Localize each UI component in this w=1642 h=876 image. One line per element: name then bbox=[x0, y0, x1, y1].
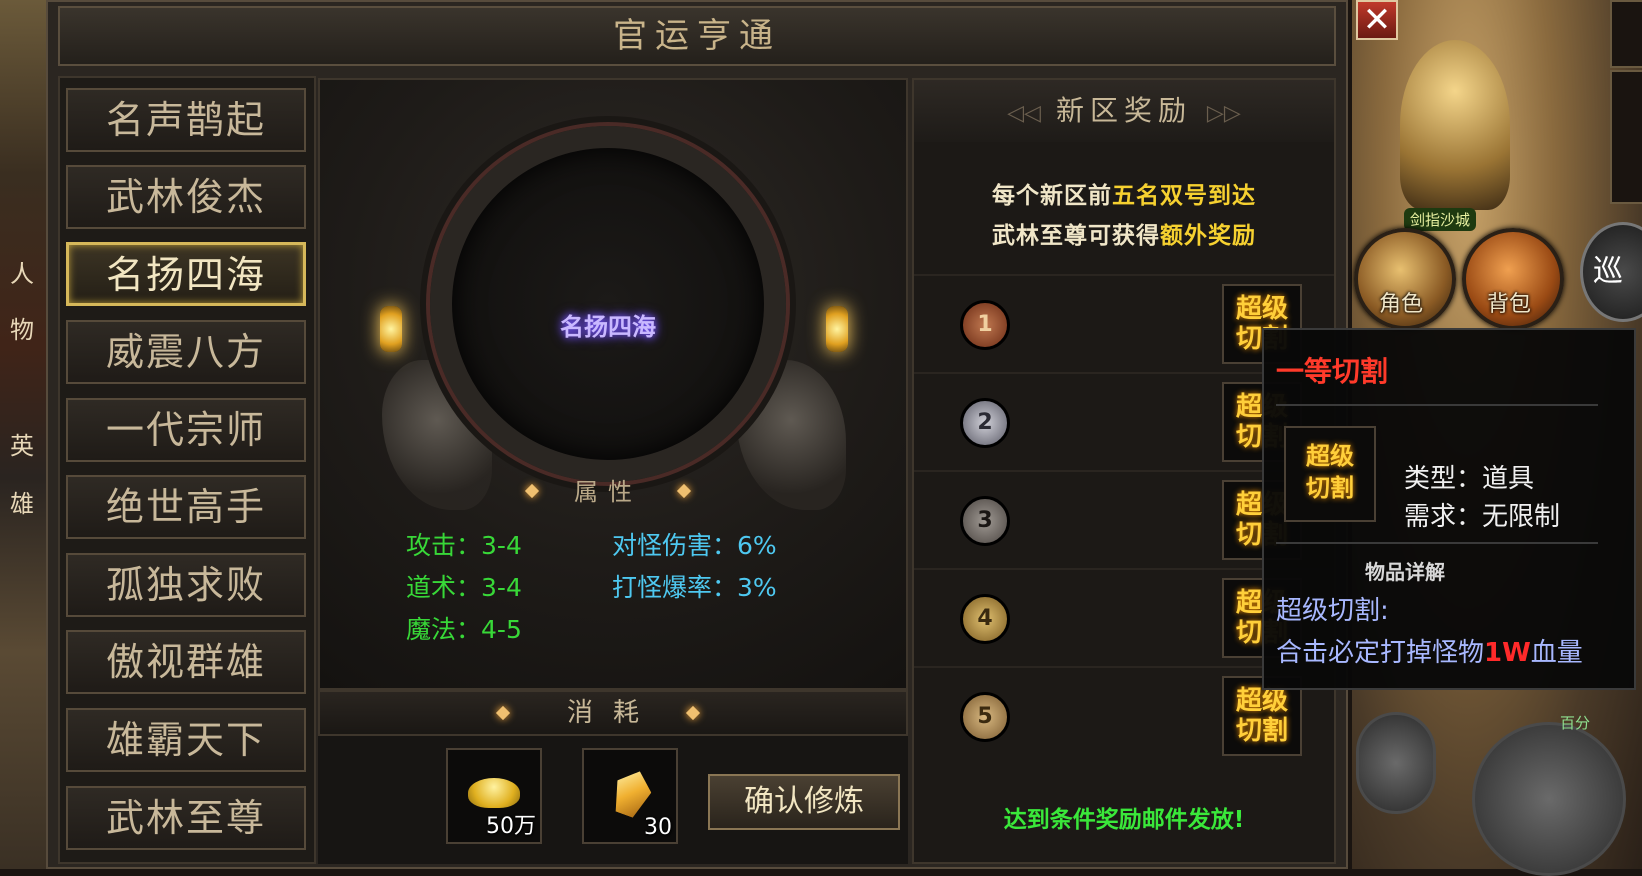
nav-item-4[interactable]: 威震八方 bbox=[66, 320, 306, 384]
attack-skill-button[interactable] bbox=[1472, 722, 1626, 876]
close-button[interactable]: ✕ bbox=[1356, 0, 1398, 40]
skill-label: 百分 bbox=[1560, 714, 1591, 732]
lantern-left-icon bbox=[380, 306, 402, 352]
tooltip-type: 类型：道具 bbox=[1404, 464, 1535, 494]
rank-medal-5-icon: 5 bbox=[960, 692, 1010, 742]
rank-medal-1-icon: 1 bbox=[960, 300, 1010, 350]
nav-item-3-active[interactable]: 名扬四海 bbox=[66, 242, 306, 306]
stat-attack: 攻击：3-4 bbox=[406, 531, 522, 560]
gold-cost-qty: 50万 bbox=[486, 814, 536, 839]
consume-header: 消耗 bbox=[318, 690, 908, 736]
golden-statue bbox=[1400, 40, 1510, 210]
nav-item-5[interactable]: 一代宗师 bbox=[66, 398, 306, 462]
gold-ingot-icon bbox=[468, 778, 520, 808]
tooltip-requirement: 需求：无限制 bbox=[1404, 502, 1561, 532]
bag-button-label: 背包 bbox=[1486, 292, 1531, 317]
map-name-label: 剑指沙城 bbox=[1404, 208, 1477, 231]
tooltip-title: 一等切割 bbox=[1276, 355, 1389, 388]
reward-footer-text: 达到条件奖励邮件发放! bbox=[1003, 807, 1245, 833]
rank-medal-4-icon: 4 bbox=[960, 594, 1010, 644]
right-edge-button-2[interactable] bbox=[1610, 70, 1642, 204]
tooltip-section-header: 物品详解 bbox=[1365, 560, 1445, 584]
tooltip-desc-name: 超级切割: bbox=[1276, 596, 1389, 626]
nav-item-10[interactable]: 武林至尊 bbox=[66, 786, 306, 850]
nav-item-9[interactable]: 雄霸天下 bbox=[66, 708, 306, 772]
cost-slot-gold[interactable]: 50万 bbox=[446, 748, 542, 844]
right-edge-button-1[interactable] bbox=[1610, 0, 1642, 68]
crystal-icon bbox=[607, 765, 657, 821]
title-ring-frame bbox=[430, 126, 786, 482]
tooltip-desc-effect: 合击必定打掉怪物1W血量 bbox=[1276, 638, 1583, 668]
nav-item-8[interactable]: 傲视群雄 bbox=[66, 630, 306, 694]
reward-header: ◁◁ 新区奖励 ▷▷ bbox=[914, 80, 1334, 142]
panel-title: 官运亨通 bbox=[58, 6, 1336, 66]
side-tab-hero-2[interactable]: 雄 bbox=[4, 474, 40, 534]
side-tab-character-1[interactable]: 人 bbox=[4, 244, 40, 304]
confirm-train-button[interactable]: 确认修炼 bbox=[708, 774, 900, 830]
reward-description-line-1: 每个新区前五名双号到达 bbox=[992, 183, 1256, 209]
tooltip-divider bbox=[1276, 404, 1598, 406]
reward-header-title: 新区奖励 bbox=[1055, 94, 1192, 127]
lantern-right-icon bbox=[826, 306, 848, 352]
arrow-left-icon: ◁◁ bbox=[1007, 101, 1042, 126]
tooltip-item-icon: 超级 切割 bbox=[1284, 426, 1376, 522]
nav-item-2[interactable]: 武林俊杰 bbox=[66, 165, 306, 229]
character-button-label: 角色 bbox=[1378, 292, 1423, 317]
side-tab-character-2[interactable]: 物 bbox=[4, 300, 40, 360]
nav-item-6[interactable]: 绝世高手 bbox=[66, 475, 306, 539]
cost-slot-crystal[interactable]: 30 bbox=[582, 748, 678, 844]
rank-medal-3-icon: 3 bbox=[960, 496, 1010, 546]
skill-slot-1[interactable] bbox=[1356, 712, 1436, 814]
stat-taoism: 道术：3-4 bbox=[406, 573, 522, 602]
arrow-right-icon: ▷▷ bbox=[1206, 101, 1241, 126]
reward-description-line-2: 武林至尊可获得额外奖励 bbox=[992, 223, 1256, 249]
side-tab-hero-1[interactable]: 英 bbox=[4, 416, 40, 476]
nav-item-1[interactable]: 名声鹊起 bbox=[66, 88, 306, 152]
stat-magic: 魔法：4-5 bbox=[406, 615, 522, 644]
tooltip-divider bbox=[1276, 542, 1598, 544]
title-name-display: 名扬四海 bbox=[560, 313, 656, 341]
stat-monster-damage: 对怪伤害：6% bbox=[612, 531, 777, 560]
rank-medal-2-icon: 2 bbox=[960, 398, 1010, 448]
nav-item-7[interactable]: 孤独求败 bbox=[66, 553, 306, 617]
game-world-left: 人 物 英 雄 bbox=[0, 0, 46, 869]
attributes-header: 属性 bbox=[574, 478, 642, 506]
stat-drop-rate: 打怪爆率：3% bbox=[612, 573, 777, 602]
crystal-cost-qty: 30 bbox=[644, 815, 672, 840]
